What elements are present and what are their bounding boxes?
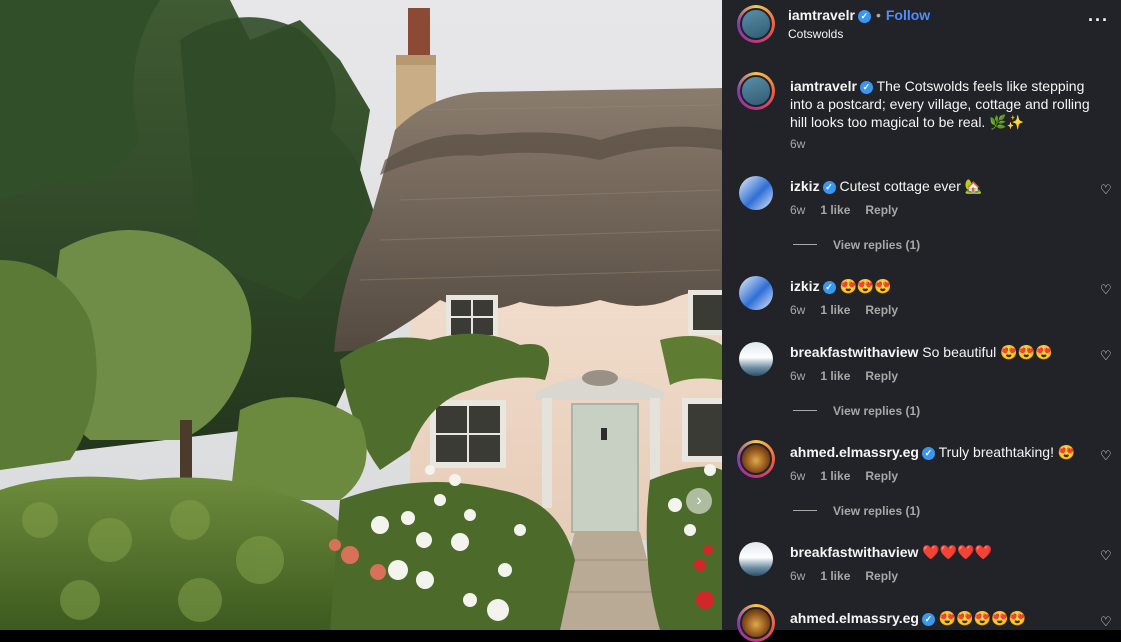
comment-item: breakfastwithaview So beautiful 😍😍😍 [790,343,1100,361]
comment-avatar[interactable] [739,342,773,376]
like-heart-icon[interactable]: ♡ [1100,449,1112,462]
caption-username[interactable]: iamtravelr [790,78,857,94]
verified-badge-icon: ✓ [921,447,935,460]
comment-time[interactable]: 6w [790,469,805,483]
chevron-right-icon: › [696,492,702,509]
comment-username[interactable]: ahmed.elmassry.eg [790,610,919,626]
reply-button[interactable]: Reply [865,569,898,583]
comment-time[interactable]: 6w [790,569,805,583]
view-replies-button[interactable]: View replies (1) [793,504,920,518]
caption-avatar[interactable] [737,72,775,110]
comment-time[interactable]: 6w [790,203,805,217]
comment-text: So beautiful 😍😍😍 [922,344,1053,360]
view-replies-button[interactable]: View replies (1) [793,238,920,252]
comment-likes[interactable]: 1 like [820,203,850,217]
comment-text: 😍😍😍😍😍 [938,610,1026,626]
post-caption: iamtravelr ✓ The Cotswolds feels like ste… [790,77,1100,131]
comment-item: izkiz ✓ 😍😍😍 [790,277,1100,295]
comment-meta: 6w 1 like Reply [790,569,913,583]
comment-avatar[interactable] [739,542,773,576]
comment-likes[interactable]: 1 like [820,303,850,317]
comment-avatar[interactable] [739,276,773,310]
caption-avatar-image [740,75,772,107]
comment-likes[interactable]: 1 like [820,569,850,583]
like-heart-icon[interactable]: ♡ [1100,615,1112,628]
comment-time[interactable]: 6w [790,369,805,383]
comment-text: 😍😍😍 [839,278,892,294]
comment-text: ❤️❤️❤️❤️ [922,544,993,560]
caption-time[interactable]: 6w [790,137,805,151]
reply-button[interactable]: Reply [865,469,898,483]
cottage-photo-illustration [0,0,722,630]
caption-meta: 6w [790,137,820,151]
replies-divider [793,410,817,411]
comment-time[interactable]: 6w [790,303,805,317]
view-replies-label: View replies (1) [833,504,921,518]
window-upper-left [446,295,498,340]
comment-item: izkiz ✓ Cutest cottage ever 🏡 [790,177,1100,195]
author-avatar-image [740,8,772,40]
comment-item: ahmed.elmassry.eg ✓ 😍😍😍😍😍 [790,609,1100,627]
author-username[interactable]: iamtravelr [788,7,855,23]
like-heart-icon[interactable]: ♡ [1100,283,1112,296]
comment-text: Truly breathtaking! 😍 [938,444,1076,460]
verified-badge-icon: ✓ [859,81,873,94]
comment-username[interactable]: ahmed.elmassry.eg [790,444,919,460]
verified-badge-icon: ✓ [921,613,935,626]
view-replies-label: View replies (1) [833,238,921,252]
comment-meta: 6w 1 like Reply [790,303,913,317]
view-replies-label: View replies (1) [833,404,921,418]
like-heart-icon[interactable]: ♡ [1100,349,1112,362]
more-options-icon[interactable]: ··· [1088,10,1109,31]
comment-avatar[interactable] [737,604,775,642]
comment-item: breakfastwithaview ❤️❤️❤️❤️ [790,543,1100,561]
follow-button[interactable]: Follow [886,7,930,23]
comment-meta: 6w 1 like Reply [790,469,913,483]
reply-button[interactable]: Reply [865,303,898,317]
like-heart-icon[interactable]: ♡ [1100,183,1112,196]
comment-text: Cutest cottage ever 🏡 [839,178,983,194]
comment-username[interactable]: izkiz [790,178,820,194]
replies-divider [793,244,817,245]
reply-button[interactable]: Reply [865,203,898,217]
post-header: iamtravelr ✓ • Follow [788,7,930,23]
comment-username[interactable]: breakfastwithaview [790,344,918,360]
comment-avatar[interactable] [739,176,773,210]
view-replies-button[interactable]: View replies (1) [793,404,920,418]
next-image-button[interactable]: › [686,488,712,514]
comment-likes[interactable]: 1 like [820,469,850,483]
comment-avatar-image [740,607,772,639]
author-avatar[interactable] [737,5,775,43]
comment-likes[interactable]: 1 like [820,369,850,383]
replies-divider [793,510,817,511]
comment-avatar-image [740,443,772,475]
verified-badge-icon: ✓ [822,181,836,194]
comment-meta: 6w 1 like Reply [790,369,913,383]
post-photo: › [0,0,722,630]
comment-avatar[interactable] [737,440,775,478]
like-heart-icon[interactable]: ♡ [1100,549,1112,562]
post-location[interactable]: Cotswolds [788,27,843,41]
comment-item: ahmed.elmassry.eg ✓ Truly breathtaking! 😍 [790,443,1100,461]
separator-dot: • [875,7,881,23]
comment-username[interactable]: izkiz [790,278,820,294]
verified-badge-icon: ✓ [822,281,836,294]
verified-badge-icon: ✓ [857,10,871,23]
comment-username[interactable]: breakfastwithaview [790,544,918,560]
reply-button[interactable]: Reply [865,369,898,383]
comment-meta: 6w 1 like Reply [790,203,913,217]
